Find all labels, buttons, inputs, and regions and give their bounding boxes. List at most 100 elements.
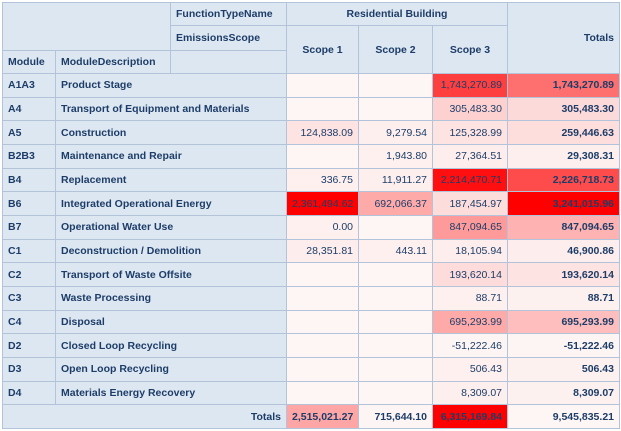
- module-description-cell: Replacement: [56, 168, 287, 192]
- module-description-cell: Open Loop Recycling: [56, 357, 287, 381]
- module-code-cell: D3: [3, 357, 56, 381]
- module-code-cell: A5: [3, 121, 56, 145]
- value-cell-scope-3: 125,328.99: [433, 121, 508, 145]
- table-row: C2Transport of Waste Offsite 193,620.1419…: [3, 263, 620, 287]
- value-cell-scope-3: 506.43: [433, 357, 508, 381]
- table-row: D4Materials Energy Recovery 8,309.078,309…: [3, 381, 620, 405]
- value-cell-scope-1: 124,838.09: [287, 121, 359, 145]
- value-cell-scope-3: 305,483.30: [433, 97, 508, 121]
- value-cell-scope-1: [287, 334, 359, 358]
- row-total-cell: 1,743,270.89: [508, 74, 620, 98]
- module-description-cell: Construction: [56, 121, 287, 145]
- module-description-column-header: ModuleDescription: [56, 51, 171, 74]
- row-total-cell: 88.71: [508, 286, 620, 310]
- module-code-cell: B7: [3, 215, 56, 239]
- module-description-cell: Operational Water Use: [56, 215, 287, 239]
- module-description-cell: Transport of Equipment and Materials: [56, 97, 287, 121]
- value-cell-scope-3: 187,454.97: [433, 192, 508, 216]
- row-total-cell: 506.43: [508, 357, 620, 381]
- value-cell-scope-2: [359, 357, 433, 381]
- value-cell-scope-2: [359, 263, 433, 287]
- value-cell-scope-3: 8,309.07: [433, 381, 508, 405]
- row-total-cell: 3,241,015.96: [508, 192, 620, 216]
- function-type-label: FunctionTypeName: [171, 3, 287, 26]
- module-code-cell: C2: [3, 263, 56, 287]
- module-description-cell: Transport of Waste Offsite: [56, 263, 287, 287]
- value-cell-scope-3: 193,620.14: [433, 263, 508, 287]
- value-cell-scope-2: 443.11: [359, 239, 433, 263]
- module-description-cell: Product Stage: [56, 74, 287, 98]
- value-cell-scope-2: [359, 286, 433, 310]
- header-row-function-type: FunctionTypeName Residential Building To…: [3, 3, 620, 26]
- value-cell-scope-3: -51,222.46: [433, 334, 508, 358]
- table-row: A4Transport of Equipment and Materials 30…: [3, 97, 620, 121]
- totals-column-header: Totals: [508, 3, 620, 74]
- value-cell-scope-2: [359, 215, 433, 239]
- module-code-cell: A1A3: [3, 74, 56, 98]
- table-row: B2B3Maintenance and Repair1,943.8027,364…: [3, 144, 620, 168]
- value-cell-scope-3: 847,094.65: [433, 215, 508, 239]
- row-total-cell: 8,309.07: [508, 381, 620, 405]
- value-cell-scope-2: 692,066.37: [359, 192, 433, 216]
- table-row: D2Closed Loop Recycling-51,222.46-51,222…: [3, 334, 620, 358]
- totals-row: Totals2,515,021.27715,644.106,315,169.84…: [3, 405, 620, 429]
- value-cell-scope-2: [359, 310, 433, 334]
- grand-total-cell: 9,545,835.21: [508, 405, 620, 429]
- value-cell-scope-1: [287, 286, 359, 310]
- module-code-cell: D4: [3, 381, 56, 405]
- value-cell-scope-1: 336.75: [287, 168, 359, 192]
- value-cell-scope-2: [359, 74, 433, 98]
- value-cell-scope-2: 9,279.54: [359, 121, 433, 145]
- column-total-cell-scope-3: 6,315,169.84: [433, 405, 508, 429]
- value-cell-scope-3: 695,293.99: [433, 310, 508, 334]
- table-row: C1Deconstruction / Demolition28,351.8144…: [3, 239, 620, 263]
- table-row: D3Open Loop Recycling 506.43506.43: [3, 357, 620, 381]
- value-cell-scope-1: [287, 357, 359, 381]
- module-description-cell: Materials Energy Recovery: [56, 381, 287, 405]
- module-code-cell: C1: [3, 239, 56, 263]
- module-code-cell: C3: [3, 286, 56, 310]
- value-cell-scope-1: [287, 381, 359, 405]
- row-total-cell: -51,222.46: [508, 334, 620, 358]
- module-code-cell: A4: [3, 97, 56, 121]
- row-total-cell: 259,446.63: [508, 121, 620, 145]
- value-cell-scope-1: [287, 97, 359, 121]
- module-description-cell: Disposal: [56, 310, 287, 334]
- column-total-cell-scope-2: 715,644.10: [359, 405, 433, 429]
- value-cell-scope-3: 27,364.51: [433, 144, 508, 168]
- row-total-cell: 46,900.86: [508, 239, 620, 263]
- value-cell-scope-2: 1,943.80: [359, 144, 433, 168]
- value-cell-scope-2: 11,911.27: [359, 168, 433, 192]
- scope-3-column-header: Scope 3: [433, 26, 508, 74]
- module-description-cell: Waste Processing: [56, 286, 287, 310]
- table-body: A1A3Product Stage1,743,270.891,743,270.8…: [3, 74, 620, 429]
- row-total-cell: 695,293.99: [508, 310, 620, 334]
- table-header: FunctionTypeName Residential Building To…: [3, 3, 620, 74]
- totals-row-label: Totals: [3, 405, 287, 429]
- table-row: A5Construction124,838.099,279.54125,328.…: [3, 121, 620, 145]
- value-cell-scope-1: 2,361,494.62: [287, 192, 359, 216]
- module-code-cell: B4: [3, 168, 56, 192]
- row-total-cell: 2,226,718.73: [508, 168, 620, 192]
- value-cell-scope-2: [359, 334, 433, 358]
- table-row: B6Integrated Operational Energy2,361,494…: [3, 192, 620, 216]
- value-cell-scope-1: [287, 144, 359, 168]
- module-description-cell: Closed Loop Recycling: [56, 334, 287, 358]
- row-total-cell: 847,094.65: [508, 215, 620, 239]
- value-cell-scope-3: 88.71: [433, 286, 508, 310]
- module-description-cell: Deconstruction / Demolition: [56, 239, 287, 263]
- value-cell-scope-3: 2,214,470.71: [433, 168, 508, 192]
- value-cell-scope-1: [287, 74, 359, 98]
- value-cell-scope-2: [359, 97, 433, 121]
- row-total-cell: 193,620.14: [508, 263, 620, 287]
- scope-header-empty-cell: [171, 51, 287, 74]
- module-column-header: Module: [3, 51, 56, 74]
- emissions-scope-label: EmissionsScope: [171, 26, 287, 51]
- table-row: B7Operational Water Use0.00847,094.65847…: [3, 215, 620, 239]
- row-total-cell: 29,308.31: [508, 144, 620, 168]
- row-total-cell: 305,483.30: [508, 97, 620, 121]
- module-description-cell: Integrated Operational Energy: [56, 192, 287, 216]
- value-cell-scope-2: [359, 381, 433, 405]
- value-cell-scope-1: 28,351.81: [287, 239, 359, 263]
- value-cell-scope-3: 18,105.94: [433, 239, 508, 263]
